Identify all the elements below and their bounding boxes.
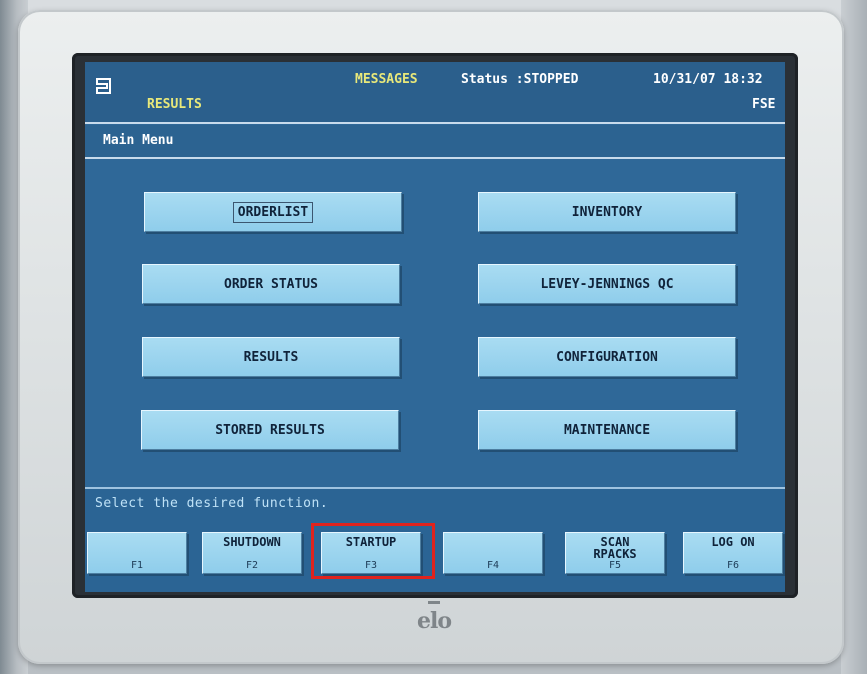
- abbott-logo-icon: [96, 78, 111, 94]
- status-text: Status :STOPPED: [461, 72, 579, 87]
- results-label: RESULTS: [243, 349, 299, 365]
- subheader-divider: [85, 157, 785, 159]
- levey-jennings-qc-label: LEVEY-JENNINGS QC: [540, 276, 674, 292]
- prompt-divider: [85, 487, 785, 489]
- header-divider: [85, 122, 785, 124]
- configuration-button[interactable]: CONFIGURATION: [478, 337, 736, 377]
- log-on-label: LOG ON: [711, 535, 755, 549]
- elo-logo-mark: [428, 601, 440, 604]
- order-status-label: ORDER STATUS: [224, 276, 318, 292]
- elo-logo: elo: [415, 601, 453, 638]
- f1-button[interactable]: F1: [87, 532, 187, 574]
- orderlist-label: ORDERLIST: [232, 201, 314, 223]
- maintenance-label: MAINTENANCE: [563, 422, 651, 438]
- date-time: 10/31/07 18:32: [653, 72, 763, 87]
- configuration-label: CONFIGURATION: [556, 349, 658, 365]
- section-title: RESULTS: [147, 97, 202, 112]
- shutdown-button[interactable]: SHUTDOWN F2: [202, 532, 302, 574]
- f4-button[interactable]: F4: [443, 532, 543, 574]
- prompt-text: Select the desired function.: [95, 496, 329, 511]
- maintenance-button[interactable]: MAINTENANCE: [478, 410, 736, 450]
- messages-link[interactable]: MESSAGES: [355, 72, 418, 87]
- user-id: FSE: [752, 97, 776, 112]
- shutdown-label: SHUTDOWN: [223, 535, 281, 549]
- background-wall-right: [841, 0, 867, 674]
- f4-key: F4: [486, 560, 500, 571]
- results-button[interactable]: RESULTS: [142, 337, 400, 377]
- f1-key: F1: [130, 560, 144, 571]
- elo-logo-text: elo: [416, 608, 452, 634]
- scan-rpacks-label: SCAN RPACKS: [593, 535, 637, 561]
- page-title: Main Menu: [103, 133, 174, 148]
- f6-key: F6: [726, 560, 740, 571]
- log-on-button[interactable]: LOG ON F6: [683, 532, 783, 574]
- f5-key: F5: [608, 560, 622, 571]
- scan-rpacks-button[interactable]: SCAN RPACKS F5: [565, 532, 665, 574]
- header-bar: [85, 62, 785, 122]
- inventory-button[interactable]: INVENTORY: [478, 192, 736, 232]
- inventory-label: INVENTORY: [571, 204, 643, 220]
- subheader-bar: [85, 125, 785, 157]
- order-status-button[interactable]: ORDER STATUS: [142, 264, 400, 304]
- stored-results-button[interactable]: STORED RESULTS: [141, 410, 399, 450]
- f2-key: F2: [245, 560, 259, 571]
- startup-highlight-box: [311, 523, 435, 579]
- screen: RESULTS MESSAGES Status :STOPPED 10/31/0…: [85, 62, 785, 592]
- orderlist-button[interactable]: ORDERLIST: [144, 192, 402, 232]
- stored-results-label: STORED RESULTS: [215, 422, 325, 438]
- levey-jennings-qc-button[interactable]: LEVEY-JENNINGS QC: [478, 264, 736, 304]
